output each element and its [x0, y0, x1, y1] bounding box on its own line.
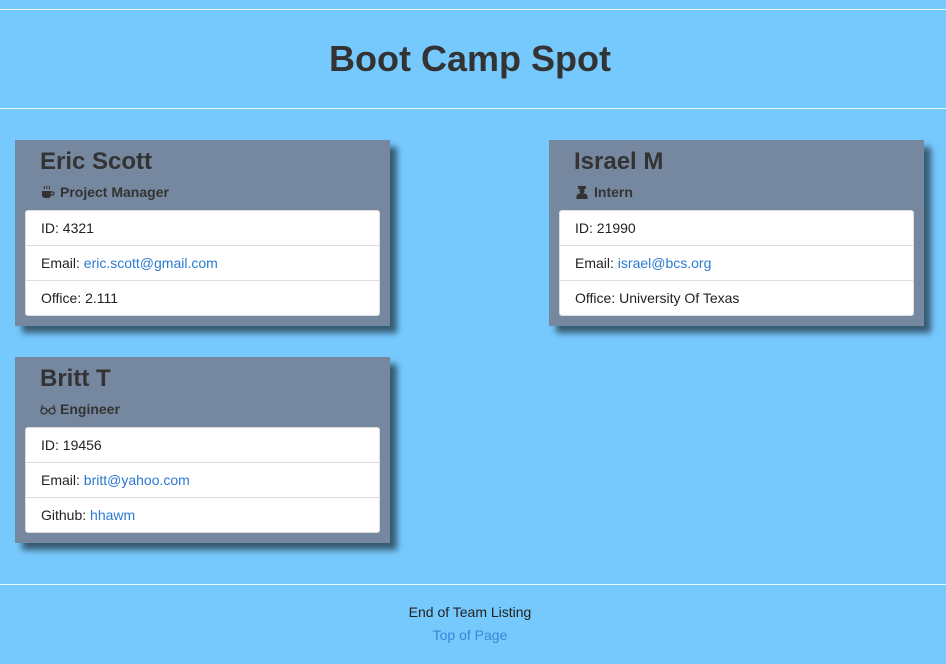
employee-name: Eric Scott	[40, 148, 153, 175]
employee-office: Office: University Of Texas	[560, 280, 913, 315]
github-label: Github:	[41, 507, 91, 523]
role-label: Project Manager	[60, 184, 169, 200]
role-label: Intern	[594, 184, 633, 200]
email-label: Email:	[41, 472, 84, 488]
top-of-page-link[interactable]: Top of Page	[433, 627, 508, 643]
employee-id: ID: 4321	[41, 220, 94, 236]
github-link[interactable]: hhawm	[90, 507, 135, 523]
graduate-icon	[574, 184, 590, 200]
email-link[interactable]: eric.scott@gmail.com	[84, 255, 218, 271]
footer-text: End of Team Listing	[408, 604, 532, 620]
employee-details: ID: 19456 Email: britt@yahoo.com Github:…	[25, 427, 380, 533]
employee-email-row: Email: israel@bcs.org	[560, 245, 913, 280]
page-title: Boot Camp Spot	[329, 38, 611, 79]
glasses-icon	[40, 401, 56, 417]
employee-email-row: Email: britt@yahoo.com	[26, 462, 379, 497]
employee-card: Britt T Engineer ID: 19456 Email: britt@…	[15, 357, 390, 543]
employee-role: Engineer	[40, 401, 365, 417]
card-header: Israel M Intern	[549, 140, 924, 210]
email-label: Email:	[575, 255, 618, 271]
employee-id: ID: 19456	[41, 437, 102, 453]
card-header: Eric Scott Project Manager	[15, 140, 390, 210]
employee-github-row: Github: hhawm	[26, 497, 379, 532]
role-label: Engineer	[60, 401, 120, 417]
employee-role: Intern	[574, 184, 899, 200]
employee-email-row: Email: eric.scott@gmail.com	[26, 245, 379, 280]
employee-id: ID: 21990	[575, 220, 636, 236]
employee-name: Israel M	[574, 148, 664, 175]
employee-role: Project Manager	[40, 184, 365, 200]
footer: End of Team Listing Top of Page	[0, 603, 940, 643]
employee-details: ID: 21990 Email: israel@bcs.org Office: …	[559, 210, 914, 316]
employee-details: ID: 4321 Email: eric.scott@gmail.com Off…	[25, 210, 380, 316]
top-divider	[0, 9, 946, 10]
employee-office: Office: 2.111	[26, 280, 379, 315]
employee-name: Britt T	[40, 365, 111, 392]
employee-card: Eric Scott Project Manager ID: 4321 Emai…	[15, 140, 390, 326]
email-link[interactable]: israel@bcs.org	[618, 255, 712, 271]
coffee-icon	[40, 184, 56, 200]
employee-card: Israel M Intern ID: 21990 Email: israel@…	[549, 140, 924, 326]
footer-divider	[0, 584, 946, 585]
card-header: Britt T Engineer	[15, 357, 390, 427]
email-label: Email:	[41, 255, 84, 271]
header-divider	[0, 108, 946, 109]
email-link[interactable]: britt@yahoo.com	[84, 472, 190, 488]
